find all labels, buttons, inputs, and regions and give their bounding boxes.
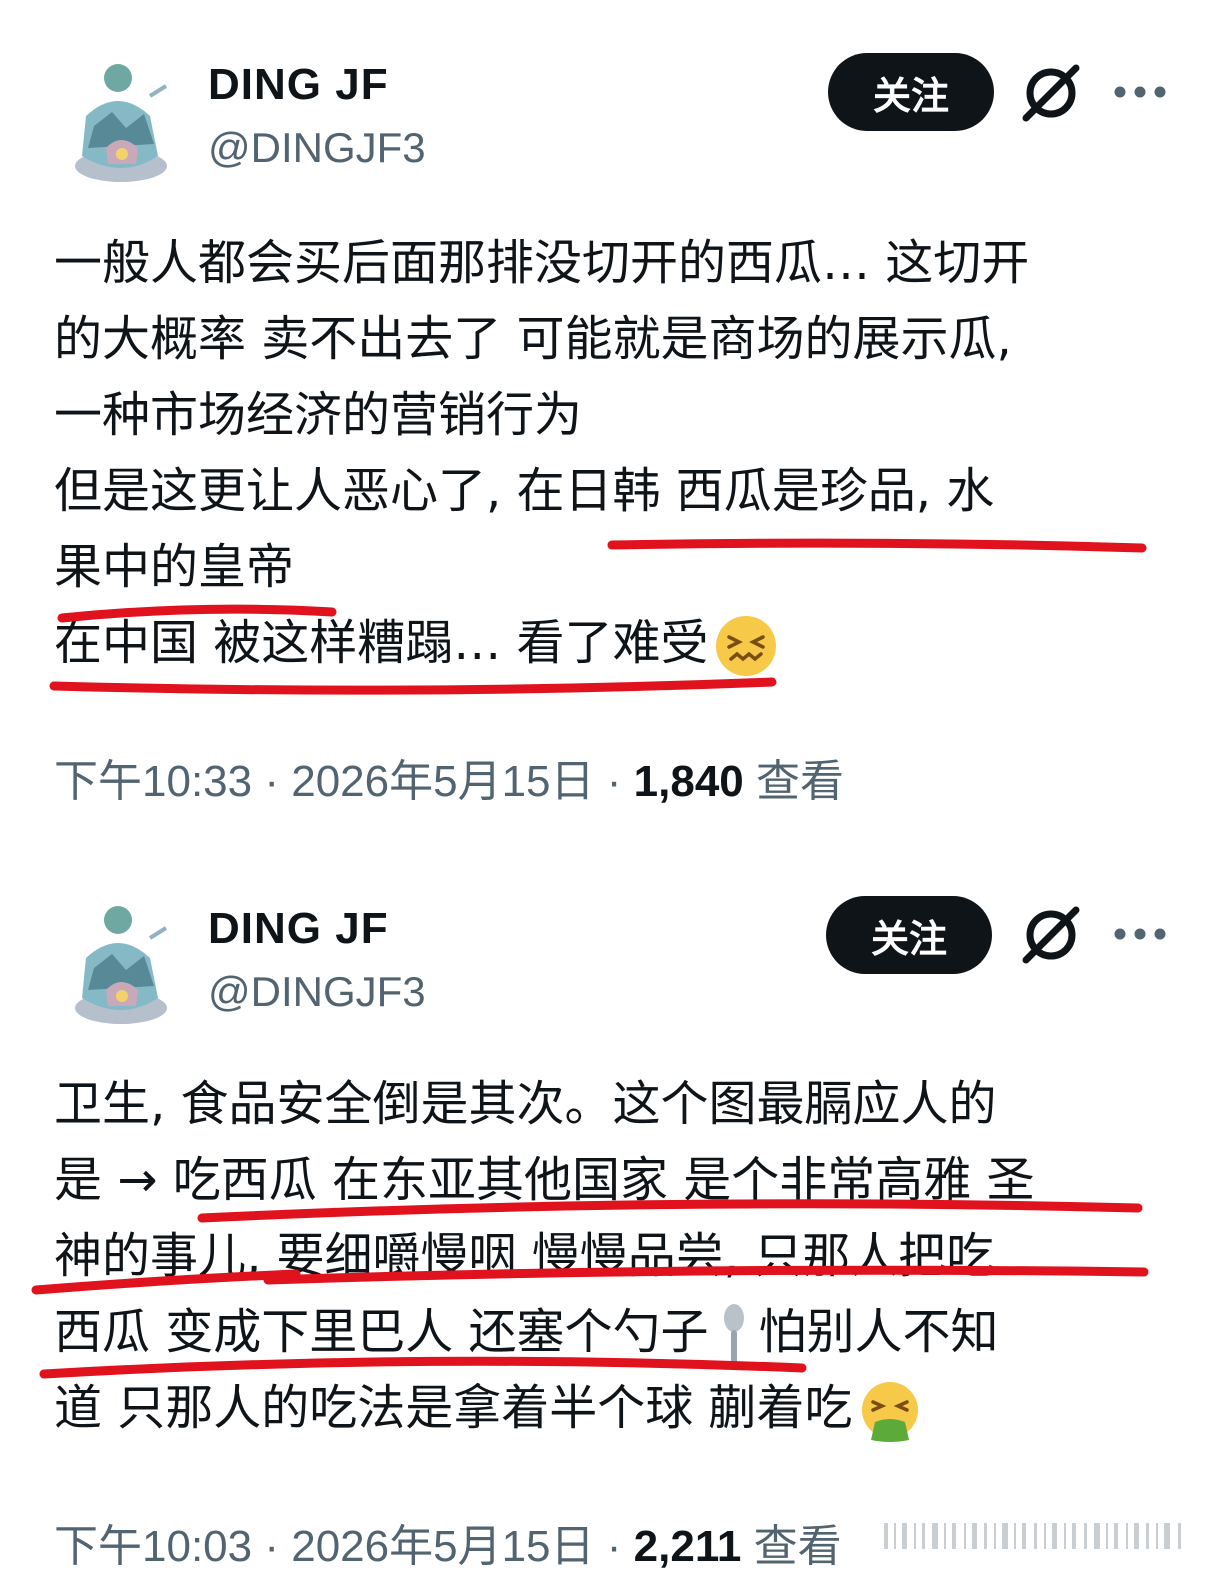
text-line: 神的事儿, 要细嚼慢咽 慢慢品尝, 只那人把吃 [54,1228,995,1284]
author-name[interactable]: DING JF [208,904,389,954]
post-time[interactable]: 下午10:03 [54,1522,252,1571]
post-date[interactable]: 2026年5月15日 [291,1522,594,1571]
follow-button[interactable]: 关注 [828,53,994,131]
meta-separator: · [264,1522,279,1571]
author-handle[interactable]: @DINGJF3 [208,124,426,172]
post-meta: 下午10:33 · 2026年5月15日 · 1,840 查看 [54,745,844,809]
author-avatar[interactable] [66,898,176,1026]
post-date[interactable]: 2026年5月15日 [291,757,594,806]
text-line-with-spoon: 西瓜 变成下里巴人 还塞个勺子 怕别人不知 [54,1294,1164,1370]
post-time[interactable]: 下午10:33 [54,757,252,806]
grok-icon[interactable] [1018,902,1084,968]
text-line: 果中的皇帝 [54,539,295,595]
post-meta: 下午10:03 · 2026年5月15日 · 2,211 查看 [54,1510,842,1574]
text-line: 但是这更让人恶心了, 在日韩 西瓜是珍品, 水 [54,463,995,519]
author-handle[interactable]: @DINGJF3 [208,968,426,1016]
text-line: 道 只那人的吃法是拿着半个球 蒯着吃 [54,1380,853,1436]
text-line: 卫生, 食品安全倒是其次。这个图最膈应人的 [54,1076,997,1132]
grok-icon[interactable] [1018,60,1084,126]
views-count: 1,840 [633,757,744,806]
spoon-emoji [719,1302,749,1368]
vomiting-face-emoji [857,1378,923,1444]
post-1: DING JF @DINGJF3 关注 一般人都会买后面那排没切开的西瓜… 这切… [0,0,1224,820]
author-avatar[interactable] [66,56,176,184]
more-icon[interactable] [1112,74,1168,110]
text-line: 一般人都会买后面那排没切开的西瓜… 这切开 [54,235,1030,291]
text-line-with-emoji: 在中国 被这样糟蹋… 看了难受 [54,605,1164,681]
text-line: 在中国 被这样糟蹋… 看了难受 [54,615,709,671]
text-line: 怕别人不知 [758,1304,999,1360]
views-label: 查看 [753,1521,842,1572]
follow-button[interactable]: 关注 [826,896,992,974]
text-line-with-emoji: 道 只那人的吃法是拿着半个球 蒯着吃 [54,1370,1164,1446]
meta-separator: · [264,757,279,806]
more-icon[interactable] [1112,916,1168,952]
author-name[interactable]: DING JF [208,60,389,110]
text-line: 的大概率 卖不出去了 可能就是商场的展示瓜, [54,311,1012,367]
meta-separator: · [606,1522,622,1571]
views-label: 查看 [756,756,844,807]
text-line: 是 → 吃西瓜 在东亚其他国家 是个非常高雅 圣 [54,1152,1035,1208]
post-text: 一般人都会买后面那排没切开的西瓜… 这切开 的大概率 卖不出去了 可能就是商场的… [54,225,1164,681]
meta-separator: · [606,757,622,806]
text-line: 一种市场经济的营销行为 [54,387,583,443]
post-2: DING JF @DINGJF3 关注 卫生, 食品安全倒是其次。这个图最膈应人… [0,840,1224,1578]
post-text: 卫生, 食品安全倒是其次。这个图最膈应人的 是 → 吃西瓜 在东亚其他国家 是个… [54,1066,1164,1446]
text-line: 西瓜 变成下里巴人 还塞个勺子 [54,1304,709,1360]
views-count: 2,211 [633,1522,742,1571]
confounded-face-emoji [713,613,779,679]
